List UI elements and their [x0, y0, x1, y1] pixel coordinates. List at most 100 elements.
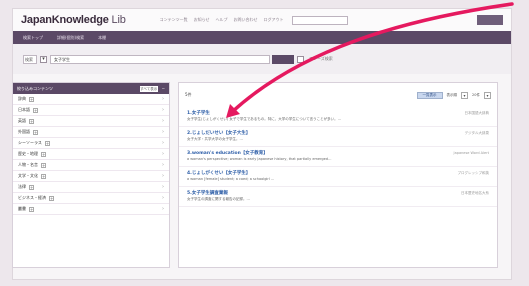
header-links: コンテンツ一覧 お知らせ ヘルプ お問い合わせ ログアウト — [160, 17, 284, 23]
main-nav: 検索トップ 詳細(個別)検索 本棚 — [13, 31, 511, 44]
result-top: 3.woman's education【女子教育】 Japanese Word A… — [187, 150, 489, 156]
result-source: 日本歴史地名大系 — [461, 191, 489, 195]
chevron-right-icon: › — [162, 173, 164, 179]
facet-label: 歴史・地理 — [18, 151, 38, 156]
search-row: 検索 ▾ 女子学生 フレーズ検索 — [13, 44, 511, 74]
search-input[interactable]: 女子学生 — [50, 54, 270, 64]
chevron-right-icon: › — [162, 118, 164, 124]
nav-item-advanced[interactable]: 詳細(個別)検索 — [57, 35, 84, 41]
header-link[interactable]: コンテンツ一覧 — [160, 17, 188, 23]
result-top: 2.じょしだいせい【女子大生】 デジタル大辞泉 — [187, 130, 489, 136]
top-bar: JapanKnowledge Lib コンテンツ一覧 お知らせ ヘルプ お問い合… — [13, 9, 511, 31]
result-title-link[interactable]: 2.じょしだいせい【女子大生】 — [187, 130, 250, 136]
result-title-link[interactable]: 3.woman's education【女子教育】 — [187, 150, 268, 156]
facet-header: 絞り込みコンテンツ すべて表示 − — [13, 83, 169, 94]
facet-item[interactable]: 人物・名言 + › — [13, 160, 169, 171]
expand-icon[interactable]: + — [49, 195, 54, 201]
field-select[interactable]: 検索 — [23, 54, 37, 64]
result-item: 3.woman's education【女子教育】 Japanese Word A… — [179, 147, 497, 167]
result-title-link[interactable]: 5.女子学生調査業報 — [187, 190, 228, 196]
facet-label: 叢書 — [18, 206, 26, 211]
header-search-input[interactable] — [291, 15, 348, 25]
phrase-option-label: フレーズ検索 — [309, 56, 333, 61]
result-snippet: 女子学生の調査に関する報告の記録。… — [187, 197, 250, 201]
chevron-right-icon: › — [162, 195, 164, 201]
chevron-right-icon: › — [162, 96, 164, 102]
result-source: プログレッシブ和英 — [457, 171, 490, 175]
result-title-link[interactable]: 4.じょしがくせい【女子学生】 — [187, 170, 250, 176]
result-source: Japanese Word Alert — [453, 151, 489, 155]
facet-label: シーソーラス — [18, 140, 42, 145]
chevron-right-icon: › — [162, 129, 164, 135]
chevron-right-icon: › — [162, 140, 164, 146]
facet-label: 人物・名言 — [18, 162, 38, 167]
chevron-right-icon: › — [162, 206, 164, 212]
facet-label: 文学・文化 — [18, 173, 38, 178]
expand-icon[interactable]: + — [41, 151, 46, 157]
search-button[interactable] — [272, 54, 294, 64]
facet-item[interactable]: 英語 + › — [13, 116, 169, 127]
facet-item[interactable]: シーソーラス + › — [13, 138, 169, 149]
facet-item[interactable]: ビジネス・経済 + › — [13, 193, 169, 204]
nav-item-bookshelf[interactable]: 本棚 — [98, 35, 106, 41]
per-page-select[interactable]: ▾ — [484, 91, 491, 99]
expand-icon[interactable]: + — [33, 129, 38, 135]
header-action-button[interactable] — [477, 15, 503, 25]
expand-icon[interactable]: + — [41, 162, 46, 168]
expand-icon[interactable]: + — [33, 107, 38, 113]
result-top: 4.じょしがくせい【女子学生】 プログレッシブ和英 — [187, 170, 489, 176]
facet-label: ビジネス・経済 — [18, 195, 46, 200]
nav-item-search-top[interactable]: 検索トップ — [23, 35, 43, 41]
results-panel: 5件 一覧表示 表示順 ▾ 20件 ▾ 1.女子学生 日本国語大辞典女子学生(じょ… — [178, 82, 498, 268]
facet-list: 辞典 + › 日本語 + › 英語 + › 外国語 + › シーソーラス + › 歴史・地理 + › 人物・名言 + ›… — [13, 94, 169, 215]
expand-icon[interactable]: + — [41, 173, 46, 179]
facet-item[interactable]: 文学・文化 + › — [13, 171, 169, 182]
facet-title: 絞り込みコンテンツ — [17, 85, 53, 91]
expand-icon[interactable]: + — [29, 118, 34, 124]
sort-label: 表示順 — [446, 92, 458, 97]
facet-item[interactable]: 歴史・地理 + › — [13, 149, 169, 160]
phrase-checkbox[interactable] — [297, 55, 304, 63]
facet-item[interactable]: 辞典 + › — [13, 94, 169, 105]
expand-icon[interactable]: + — [44, 140, 50, 146]
facet-label: 英語 — [18, 118, 26, 123]
facet-label: 外国語 — [18, 129, 30, 134]
dropdown-toggle-icon[interactable]: ▾ — [40, 55, 47, 63]
result-item: 5.女子学生調査業報 日本歴史地名大系女子学生の調査に関する報告の記録。… — [179, 187, 497, 207]
expand-icon[interactable]: + — [29, 206, 34, 212]
results-header: 5件 一覧表示 表示順 ▾ 20件 ▾ — [179, 83, 497, 107]
per-page-label: 20件 — [472, 92, 480, 97]
show-all-button[interactable]: すべて表示 — [139, 85, 158, 92]
header-link[interactable]: お問い合わせ — [234, 17, 258, 23]
result-item: 4.じょしがくせい【女子学生】 プログレッシブ和英 a woman [female]… — [179, 167, 497, 187]
result-snippet: 女子学生(じょしがくせい) 女子で学生であるもの。特に、大学の学生について言うこ… — [187, 117, 342, 121]
result-source: 日本国語大辞典 — [464, 111, 490, 115]
header-link[interactable]: ヘルプ — [216, 17, 228, 23]
collapse-icon[interactable]: − — [162, 86, 165, 91]
result-title-link[interactable]: 1.女子学生 — [187, 110, 210, 116]
result-top: 5.女子学生調査業報 日本歴史地名大系 — [187, 190, 489, 196]
view-mode-button[interactable]: 一覧表示 — [416, 91, 443, 99]
result-snippet: a woman's perspective; woman is early Ja… — [187, 157, 332, 161]
result-list: 1.女子学生 日本国語大辞典女子学生(じょしがくせい) 女子で学生であるもの。特に… — [179, 107, 497, 207]
expand-icon[interactable]: + — [29, 184, 34, 190]
facet-item[interactable]: 叢書 + › — [13, 204, 169, 215]
result-item: 1.女子学生 日本国語大辞典女子学生(じょしがくせい) 女子で学生であるもの。特に… — [179, 107, 497, 127]
sort-select[interactable]: ▾ — [461, 91, 469, 99]
result-item: 2.じょしだいせい【女子大生】 デジタル大辞泉女子大学・共学大学の女子学生。… — [179, 127, 497, 147]
app-logo[interactable]: JapanKnowledge Lib — [21, 14, 126, 26]
chevron-right-icon: › — [162, 184, 164, 190]
facet-item[interactable]: 法律 + › — [13, 182, 169, 193]
result-snippet: a woman [female] student; a coed; a scho… — [187, 177, 275, 181]
result-snippet: 女子大学・共学大学の女子学生。… — [187, 137, 243, 141]
facet-item[interactable]: 日本語 + › — [13, 105, 169, 116]
facet-label: 辞典 — [18, 96, 26, 101]
facet-item[interactable]: 外国語 + › — [13, 127, 169, 138]
header-link[interactable]: ログアウト — [264, 17, 284, 23]
chevron-right-icon: › — [162, 162, 164, 168]
expand-icon[interactable]: + — [29, 96, 34, 102]
result-count: 5件 — [185, 92, 192, 97]
header-link[interactable]: お知らせ — [194, 17, 210, 23]
chevron-right-icon: › — [162, 107, 164, 113]
result-source: デジタル大辞泉 — [464, 131, 489, 135]
